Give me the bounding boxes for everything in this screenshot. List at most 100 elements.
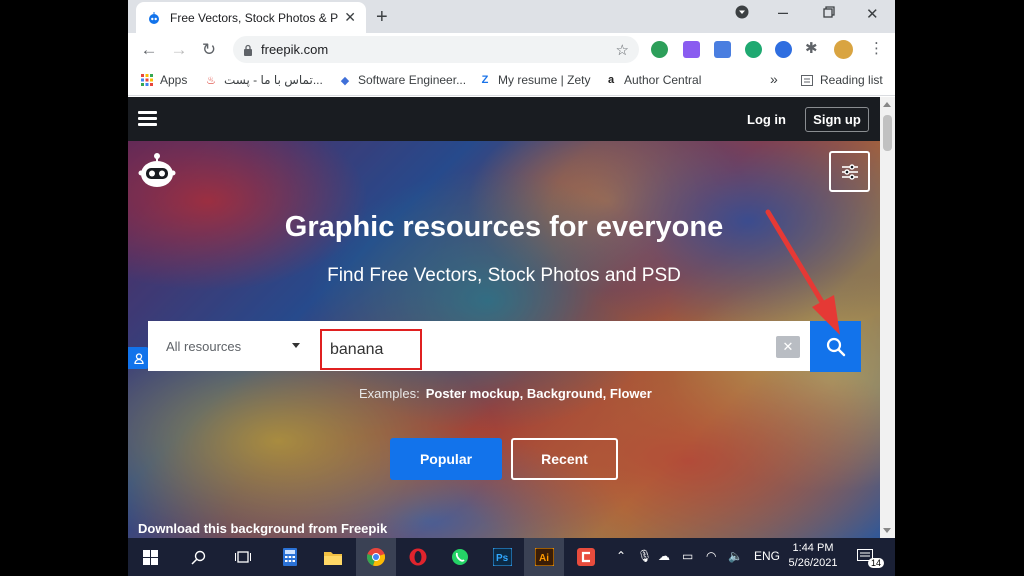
photoshop-icon[interactable]: Ps [482,538,522,576]
lock-icon [243,44,253,56]
reload-icon[interactable]: ↻ [194,40,224,60]
recent-button[interactable]: Recent [511,438,618,480]
notification-center-icon[interactable]: 14 [846,538,886,576]
svg-text:Ps: Ps [496,553,509,564]
search-bar: All resources banana ✕ [148,321,810,371]
signup-button[interactable]: Sign up [805,107,869,132]
microphone-icon[interactable]: 🎙 [637,549,652,563]
scroll-down-icon[interactable] [883,528,891,533]
resource-type-dropdown[interactable]: All resources [148,321,318,371]
tab-close-icon[interactable]: ✕ [344,9,356,26]
hero-headline: Graphic resources for everyone [284,211,724,243]
search-icon[interactable] [178,538,218,576]
calculator-icon[interactable] [270,538,310,576]
windows-start-icon[interactable] [130,538,170,576]
clock-date: 5/26/2021 [788,557,838,569]
resource-type-value: All resources [166,338,242,354]
browser-window: Free Vectors, Stock Photos & PSD ✕ + – ✕… [128,0,895,576]
bookmarks-bar: Apps ♨ تماس با ما - پست... ◆ Software En… [128,66,895,96]
extension-a-icon[interactable] [775,41,792,58]
examples-label: Examples: [359,386,420,401]
volume-icon[interactable]: 🔈 [728,549,743,563]
forward-icon[interactable]: → [164,40,194,60]
scroll-up-icon[interactable] [883,102,891,107]
extension-translate-icon[interactable] [714,41,731,58]
bookmark-software-engineer[interactable]: ◆ Software Engineer... [338,73,466,87]
reading-list-button[interactable]: Reading list [800,73,883,87]
browser-toolbar: ← → ↻ freepik.com ☆ ✱ ⋮ [128,33,895,66]
url-text: freepik.com [261,42,329,57]
extension-check-icon[interactable] [683,41,700,58]
bookmark-label: My resume | Zety [498,73,591,87]
tab-title: Free Vectors, Stock Photos & PSD [170,10,339,25]
bookmarks-overflow-button[interactable]: » [770,71,778,87]
file-explorer-icon[interactable] [313,538,353,576]
tab-strip: Free Vectors, Stock Photos & PSD ✕ + – ✕ [128,0,895,33]
clear-search-button[interactable]: ✕ [776,336,800,358]
wifi-icon[interactable]: ◠ [706,549,716,563]
software-logo-icon: ◆ [340,74,350,87]
extensions-puzzle-icon[interactable]: ✱ [805,39,822,57]
apps-grid-icon [140,73,154,87]
search-icon [826,337,845,356]
onedrive-icon[interactable]: ☁ [658,549,670,563]
background-credit-link[interactable]: Download this background from Freepik [138,521,387,536]
restore-icon[interactable] [823,5,835,22]
extension-grammarly-icon[interactable] [745,41,762,58]
filters-button[interactable] [829,151,870,192]
browser-menu-icon[interactable]: ⋮ [869,39,886,57]
bookmark-star-icon[interactable]: ☆ [616,41,629,59]
minimize-icon[interactable]: – [778,2,788,23]
bookmark-zety[interactable]: Z My resume | Zety [478,73,591,87]
bookmark-label: Author Central [624,73,702,87]
search-input[interactable]: banana [320,329,422,370]
active-tab[interactable]: Free Vectors, Stock Photos & PSD ✕ [136,2,366,33]
hero-subhead: Find Free Vectors, Stock Photos and PSD [327,265,681,286]
avatar[interactable] [834,40,853,59]
show-hidden-icons-icon[interactable]: ⌃ [616,549,626,563]
freepik-logo-icon[interactable] [138,151,176,189]
post-logo-icon: ♨ [206,74,216,87]
task-view-icon[interactable] [223,538,263,576]
reading-list-label: Reading list [820,73,883,87]
bookmark-apps[interactable]: Apps [140,73,187,87]
power-icon[interactable]: ▭ [682,549,693,563]
address-bar[interactable]: freepik.com ☆ [233,36,639,63]
scrollbar-thumb[interactable] [883,115,892,151]
svg-text:Ai: Ai [539,553,549,564]
profile-menu-icon[interactable] [735,5,749,23]
windows-taskbar: Ps Ai ⌃ 🎙 ☁ ▭ ◠ 🔈 ENG 1:44 PM 5/26/2021 … [128,538,895,576]
popular-button[interactable]: Popular [390,438,502,480]
amazon-logo-icon: a [607,74,615,86]
new-tab-button[interactable]: + [376,6,388,29]
chevron-down-icon [292,343,300,348]
freepik-favicon-icon [146,10,162,26]
extension-globe-icon[interactable] [651,41,668,58]
page-scrollbar[interactable] [880,97,895,538]
opera-icon[interactable] [398,538,438,576]
illustrator-icon[interactable]: Ai [524,538,564,576]
zety-logo-icon: Z [481,74,489,86]
user-icon [133,352,144,364]
bookmark-label: Software Engineer... [358,73,467,87]
page-content: Log in Sign up Graphic resources for eve… [128,97,880,538]
user-feedback-tab[interactable] [128,347,149,369]
search-examples: Examples: Poster mockup, Background, Flow… [359,386,652,401]
camtasia-icon[interactable] [566,538,606,576]
bookmark-author-central[interactable]: a Author Central [604,73,701,87]
examples-links[interactable]: Poster mockup, Background, Flower [426,386,652,401]
bookmark-label: تماس با ما - پست... [224,73,323,87]
hamburger-menu-icon[interactable] [138,111,157,126]
bookmark-post-contact[interactable]: ♨ تماس با ما - پست... [204,73,323,87]
back-icon[interactable]: ← [134,40,164,60]
close-window-icon[interactable]: ✕ [866,5,879,23]
site-header: Log in Sign up [128,97,880,141]
system-clock[interactable]: 1:44 PM 5/26/2021 [788,541,838,571]
login-link[interactable]: Log in [747,112,786,127]
whatsapp-icon[interactable] [440,538,480,576]
clock-time: 1:44 PM [792,542,834,554]
chrome-taskbar-icon[interactable] [356,538,396,576]
bookmark-label: Apps [160,73,188,87]
search-button[interactable] [810,321,861,372]
language-indicator[interactable]: ENG [754,549,780,563]
